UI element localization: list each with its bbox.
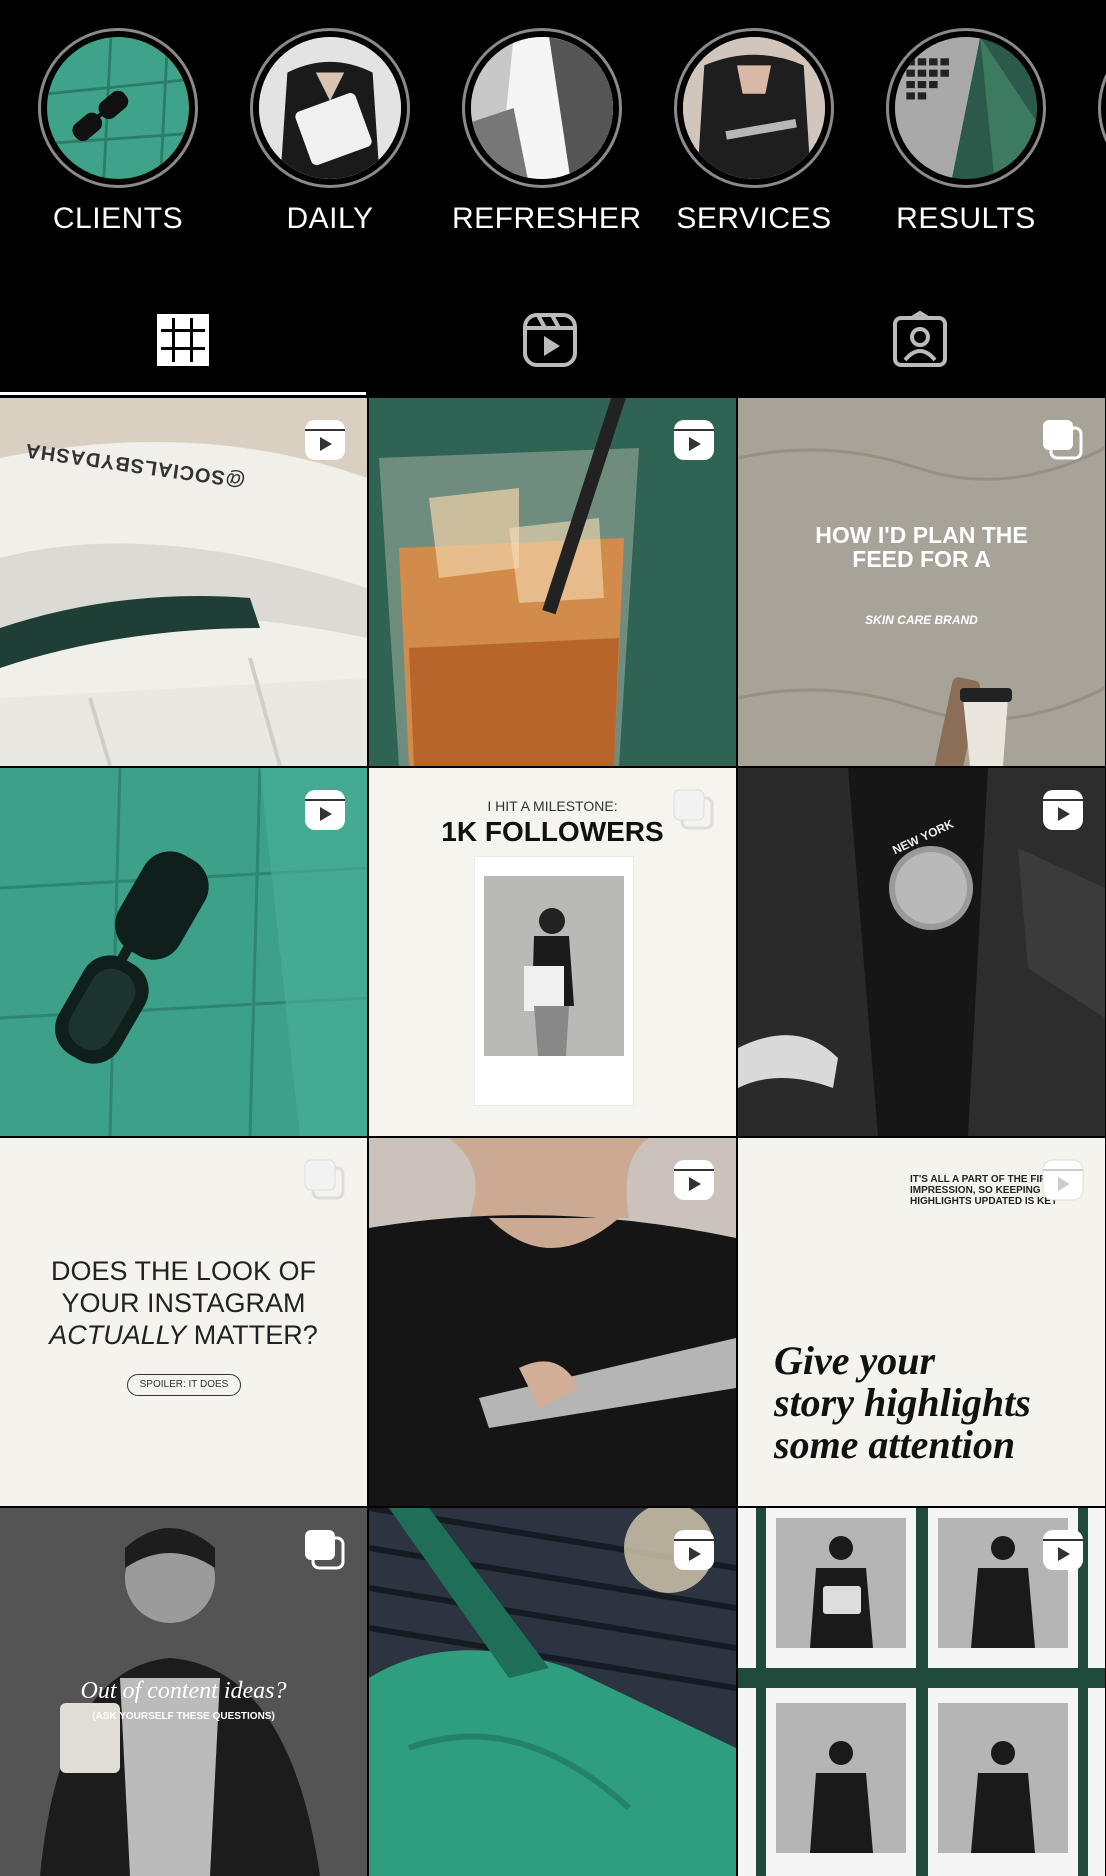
reels-icon	[523, 313, 577, 367]
highlight-label: REFRESHER	[452, 202, 642, 235]
post-title-line: ACTUALLY MATTER?	[0, 1320, 367, 1351]
reel-badge-icon	[305, 420, 345, 460]
post-tile[interactable]: HOW I'D PLAN THE FEED FOR A SKIN CARE BR…	[738, 398, 1105, 766]
highlight-ring	[38, 28, 198, 188]
post-tile[interactable]: IT'S ALL A PART OF THE FIRST IMPRESSION,…	[738, 1138, 1105, 1506]
reel-badge-icon	[305, 790, 345, 830]
post-tile[interactable]	[738, 1508, 1105, 1876]
post-tile[interactable]	[369, 398, 736, 766]
highlight-label: CLIENTS	[52, 202, 184, 235]
highlight-ring	[1098, 28, 1106, 188]
post-subtitle: (ASK YOURSELF THESE QUESTIONS)	[92, 1711, 275, 1722]
highlight-label: DAILY	[286, 202, 374, 235]
post-tile[interactable]: NEW YORK	[738, 768, 1105, 1136]
reel-badge-icon	[674, 1530, 714, 1570]
post-title: HOW I'D PLAN THE FEED FOR A	[815, 522, 1028, 573]
post-title-line: DOES THE LOOK OF	[50, 1256, 317, 1286]
highlight-label: SERVICES	[676, 202, 832, 235]
spoiler-pill: SPOILER: IT DOES	[127, 1374, 241, 1396]
highlight-clients[interactable]: CLIENTS	[28, 28, 208, 236]
post-headline-line: some attention	[774, 1422, 1016, 1467]
post-tile[interactable]	[0, 768, 367, 1136]
story-highlights-row: CLIENTS DAILY REFRESHER SERVICES RESULTS	[0, 0, 1106, 280]
highlight-daily[interactable]: DAILY	[240, 28, 420, 236]
post-title-line: YOUR INSTAGRAM	[61, 1288, 306, 1318]
highlight-ring	[886, 28, 1046, 188]
post-tile[interactable]	[369, 1138, 736, 1506]
post-tile[interactable]: I HIT A MILESTONE: 1K FOLLOWERS	[369, 768, 736, 1136]
highlight-cover-image	[471, 37, 613, 179]
reel-badge-icon	[1043, 790, 1083, 830]
carousel-badge-icon	[305, 1530, 345, 1570]
post-title-text: MATTER?	[186, 1320, 318, 1350]
carousel-badge-icon	[1043, 420, 1083, 460]
tagged-icon	[893, 310, 947, 367]
carousel-badge-icon	[304, 1159, 345, 1200]
highlight-cover-image	[259, 37, 401, 179]
post-tile[interactable]	[369, 1508, 736, 1876]
post-headline: Give your story highlights some attentio…	[774, 1340, 1031, 1466]
post-tile[interactable]: @SOCIALSBYDASHA	[0, 398, 367, 766]
highlight-cover-image	[683, 37, 825, 179]
reel-badge-icon	[674, 420, 714, 460]
grid-tab[interactable]	[153, 310, 213, 370]
carousel-badge-icon	[673, 789, 714, 830]
polaroid-image	[474, 856, 634, 1106]
post-subtitle: SKIN CARE BRAND	[865, 613, 978, 627]
highlight-label: RESULTS	[896, 202, 1036, 235]
highlight-refresher[interactable]: REFRESHER	[452, 28, 642, 236]
highlight-ring	[250, 28, 410, 188]
post-headline-line: story highlights	[774, 1380, 1031, 1425]
emphasis-text: ACTUALLY	[49, 1320, 187, 1350]
reels-tab[interactable]	[520, 310, 580, 370]
tagged-tab[interactable]	[890, 310, 950, 370]
profile-tabs	[0, 280, 1106, 396]
post-headline-line: Give your	[774, 1338, 936, 1383]
post-tile[interactable]: Out of content ideas? (ASK YOURSELF THES…	[0, 1508, 367, 1876]
highlight-cover-image	[47, 37, 189, 179]
reel-badge-icon	[674, 1160, 714, 1200]
highlight-services[interactable]: SERVICES	[664, 28, 844, 236]
highlight-partial[interactable]	[1088, 28, 1106, 188]
highlight-results[interactable]: RESULTS	[876, 28, 1056, 236]
active-tab-indicator	[0, 392, 366, 395]
highlight-ring	[462, 28, 622, 188]
reel-badge-icon	[1042, 1159, 1084, 1201]
highlight-cover-image	[895, 37, 1037, 179]
post-title: Out of content ideas?	[80, 1678, 287, 1704]
post-tile[interactable]: DOES THE LOOK OF YOUR INSTAGRAM ACTUALLY…	[0, 1138, 367, 1506]
highlight-ring	[674, 28, 834, 188]
reel-badge-icon	[1043, 1530, 1083, 1570]
grid-icon	[157, 314, 209, 366]
